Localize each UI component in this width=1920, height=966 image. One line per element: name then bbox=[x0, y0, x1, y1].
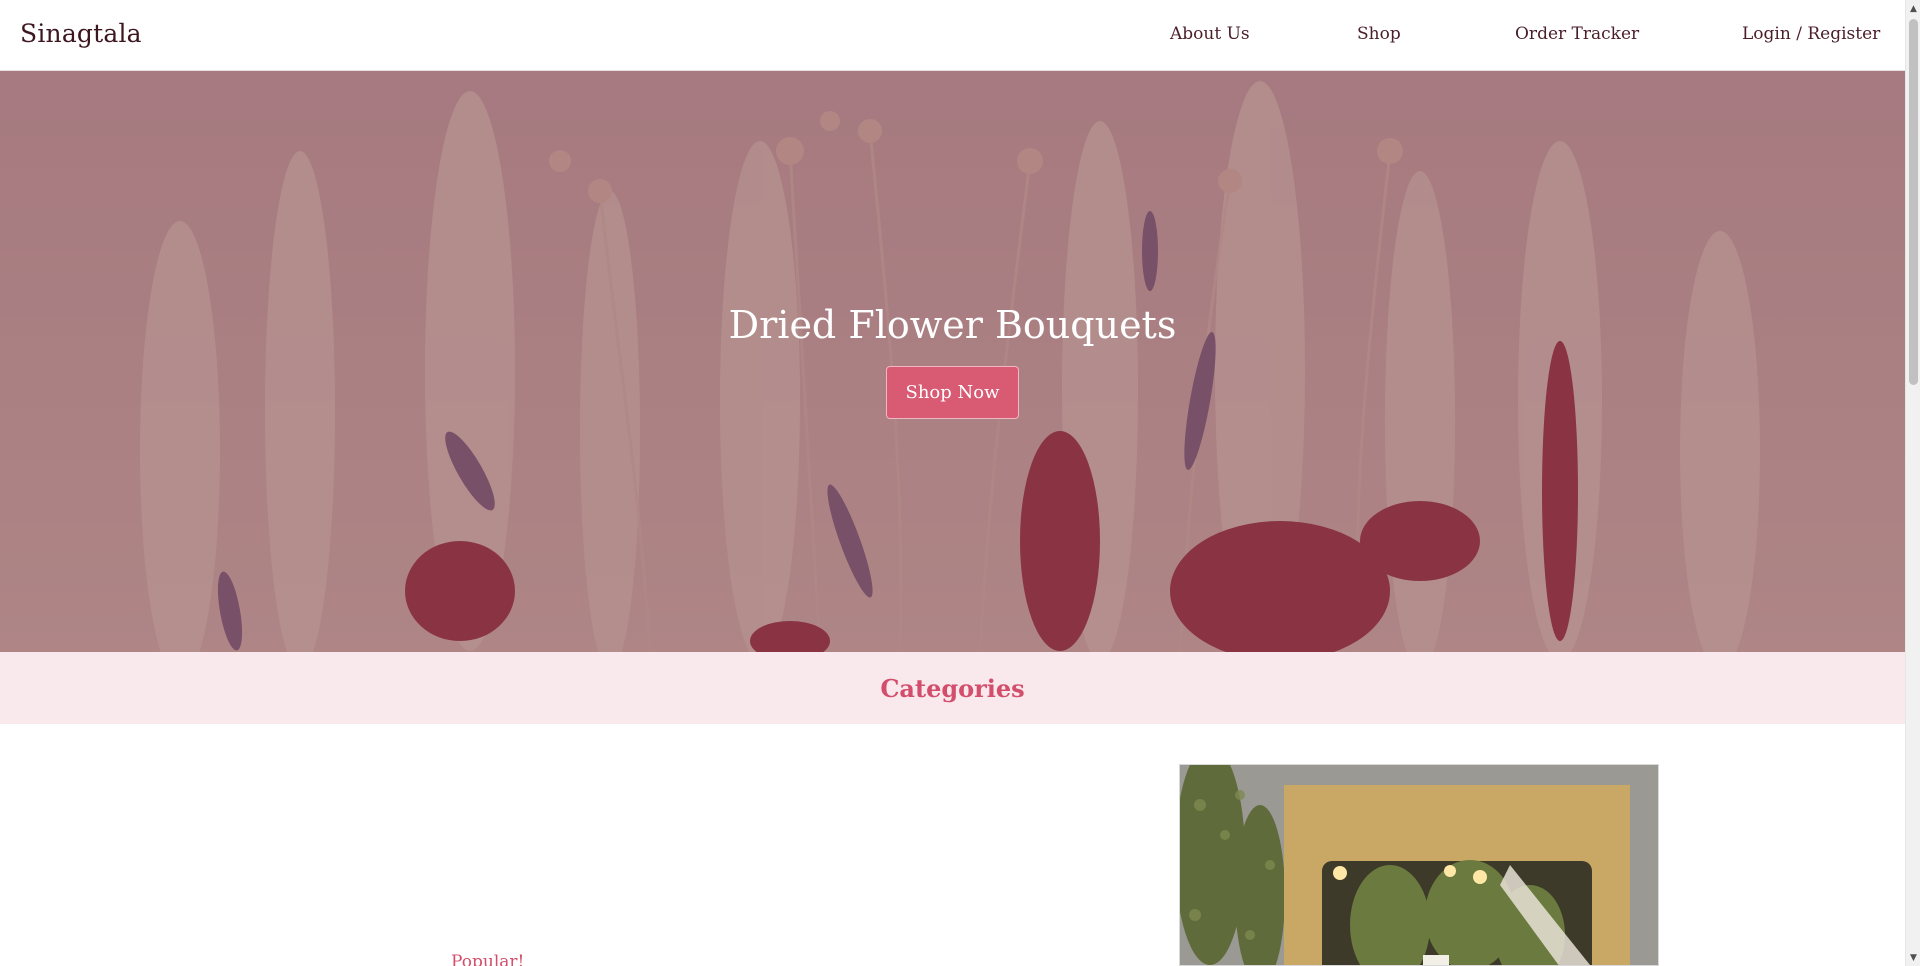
categories-header: Categories bbox=[0, 652, 1905, 724]
scroll-up-arrow-icon[interactable]: ▲ bbox=[1906, 0, 1920, 17]
brand-logo-link[interactable]: Sinagtala bbox=[20, 19, 142, 48]
categories-heading: Categories bbox=[880, 673, 1025, 703]
top-navbar: Sinagtala About Us Shop Order Tracker Lo… bbox=[0, 0, 1905, 71]
nav-link-about-us[interactable]: About Us bbox=[1170, 24, 1250, 44]
hero-banner: Dried Flower Bouquets Shop Now bbox=[0, 71, 1905, 652]
nav-link-login-register[interactable]: Login / Register bbox=[1742, 24, 1880, 44]
shop-now-button[interactable]: Shop Now bbox=[886, 366, 1019, 419]
scroll-down-arrow-icon[interactable]: ▼ bbox=[1906, 949, 1920, 966]
category-product-image[interactable] bbox=[1179, 764, 1659, 966]
popular-category-label[interactable]: Popular! bbox=[451, 952, 524, 966]
nav-link-order-tracker[interactable]: Order Tracker bbox=[1515, 24, 1639, 44]
hero-overlay bbox=[0, 71, 1905, 652]
gift-box-bouquet-image bbox=[1180, 765, 1658, 965]
nav-link-shop[interactable]: Shop bbox=[1357, 24, 1401, 44]
hero-title: Dried Flower Bouquets bbox=[728, 303, 1177, 347]
vertical-scrollbar[interactable]: ▲ ▼ bbox=[1905, 0, 1920, 966]
scroll-thumb[interactable] bbox=[1909, 19, 1918, 385]
